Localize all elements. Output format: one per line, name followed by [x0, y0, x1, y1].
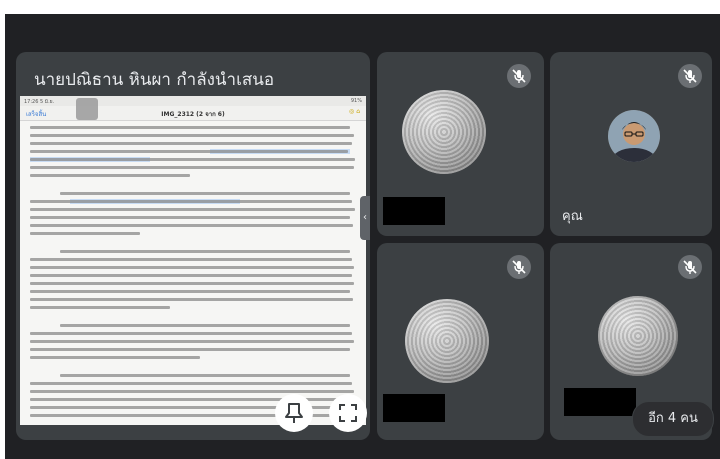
pin-button[interactable] [275, 394, 313, 432]
more-participants-button[interactable]: อีก 4 คน [632, 401, 714, 437]
mic-off-indicator [507, 64, 531, 88]
presenter-label: นายปณิธาน หินผา กำลังนำเสนอ [34, 70, 275, 90]
side-panel-handle[interactable]: ‹ [360, 196, 370, 240]
presentation-tile[interactable]: นายปณิธาน หินผา กำลังนำเสนอ 17:26 5 มิ.ย… [16, 52, 370, 440]
participant-avatar-blurred [402, 90, 486, 174]
mic-off-icon [512, 69, 526, 83]
redacted-name [383, 394, 445, 422]
self-tile[interactable]: คุณ [550, 52, 712, 236]
redacted-name [564, 388, 636, 416]
meeting-stage: นายปณิธาน หินผา กำลังนำเสนอ 17:26 5 มิ.ย… [5, 14, 720, 459]
mic-off-icon [683, 260, 697, 274]
status-time: 17:26 5 มิ.ย. [24, 99, 55, 105]
self-name-label: คุณ [562, 209, 583, 224]
fullscreen-icon [339, 404, 357, 422]
mic-off-indicator [507, 255, 531, 279]
participant-tile[interactable] [377, 243, 544, 440]
status-battery: 91% [350, 98, 362, 104]
participant-avatar-blurred [598, 296, 678, 376]
document-thumbnail [76, 98, 98, 120]
user-photo-icon [608, 110, 660, 162]
mic-off-icon [512, 260, 526, 274]
chevron-left-icon: ‹ [363, 212, 367, 223]
shared-screen: 17:26 5 มิ.ย. 91% เสร็จสิ้น IMG_2312 (2 … [20, 96, 366, 425]
fullscreen-button[interactable] [329, 394, 367, 432]
mic-off-indicator [678, 255, 702, 279]
document-toolbar: เสร็จสิ้น IMG_2312 (2 จาก 6) ◎ ⌂ [20, 106, 366, 121]
avatar [608, 110, 660, 162]
mic-off-icon [683, 69, 697, 83]
ipad-status-bar: 17:26 5 มิ.ย. 91% [20, 96, 366, 106]
doc-toolbar-icons: ◎ ⌂ [349, 108, 360, 115]
pin-icon [285, 403, 303, 423]
mic-off-indicator [678, 64, 702, 88]
participant-tile[interactable] [377, 52, 544, 236]
participant-avatar-blurred [405, 299, 489, 383]
document-title: IMG_2312 (2 จาก 6) [161, 111, 225, 118]
redacted-name [383, 197, 445, 225]
